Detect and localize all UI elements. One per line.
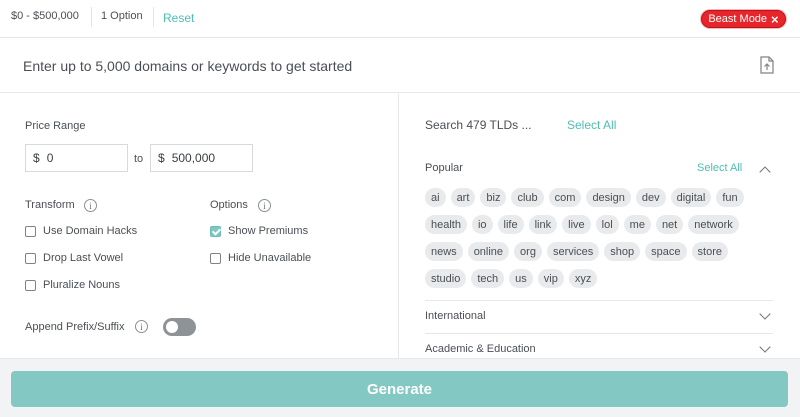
price-max-value: 500,000 — [171, 151, 216, 165]
checkbox-box[interactable] — [25, 225, 36, 237]
divider — [425, 300, 773, 301]
reset-link[interactable]: Reset — [163, 11, 194, 25]
checkbox-drop-last-vowel[interactable]: Drop Last Vowel — [25, 252, 123, 264]
tld-chip[interactable]: club — [511, 188, 544, 207]
tld-chip[interactable]: design — [586, 188, 631, 207]
tld-search-input[interactable]: Search 479 TLDs ... — [425, 118, 532, 132]
tld-chip[interactable]: space — [645, 242, 687, 261]
section-international[interactable]: International — [425, 310, 486, 322]
tld-chip[interactable]: shop — [604, 242, 641, 261]
select-all-popular-link[interactable]: Select All — [697, 162, 742, 174]
tld-chip[interactable]: services — [546, 242, 600, 261]
divider — [153, 7, 154, 27]
checkbox-box[interactable] — [25, 252, 36, 264]
beast-mode-badge[interactable]: Beast Mode × — [701, 10, 786, 28]
tld-chip[interactable]: xyz — [568, 269, 598, 288]
checkbox-pluralize-nouns[interactable]: Pluralize Nouns — [25, 279, 120, 291]
generate-bar: Generate — [0, 358, 800, 417]
file-upload-icon[interactable] — [760, 56, 774, 74]
options-label: Options — [210, 199, 248, 211]
checkbox-hide-unavailable[interactable]: Hide Unavailable — [210, 252, 311, 264]
tld-chip[interactable]: lol — [595, 215, 619, 234]
tld-chip[interactable]: live — [562, 215, 591, 234]
tld-chip-list: ai art biz club com design dev digital fun health… — [425, 188, 770, 288]
checkbox-show-premiums[interactable]: Show Premiums — [210, 225, 308, 237]
price-range-label: Price Range — [25, 120, 86, 132]
tld-chip[interactable]: life — [497, 215, 524, 234]
price-max-input[interactable]: $ 500,000 — [150, 144, 253, 172]
options-panel: Price Range $ 0 to $ 500,000 Transform i… — [0, 94, 399, 358]
tld-chip[interactable]: fun — [716, 188, 744, 207]
options-filter-chip[interactable]: 1 Option — [101, 10, 143, 22]
tld-chip[interactable]: news — [425, 242, 463, 261]
checkbox-label: Hide Unavailable — [228, 252, 312, 264]
checkbox-use-domain-hacks[interactable]: Use Domain Hacks — [25, 225, 137, 237]
checkbox-label: Use Domain Hacks — [43, 225, 138, 237]
chevron-up-icon[interactable] — [759, 166, 771, 178]
tld-chip[interactable]: online — [467, 242, 510, 261]
tld-chip[interactable]: link — [528, 215, 558, 234]
tld-chip[interactable]: com — [548, 188, 582, 207]
tld-chip[interactable]: network — [688, 215, 739, 234]
checkbox-box[interactable] — [25, 279, 36, 291]
tld-chip[interactable]: io — [471, 215, 493, 234]
tld-chip[interactable]: biz — [480, 188, 507, 207]
close-icon[interactable]: × — [771, 13, 779, 26]
price-min-input[interactable]: $ 0 — [25, 144, 128, 172]
currency-symbol: $ — [158, 151, 165, 165]
append-prefix-suffix-toggle[interactable] — [163, 318, 196, 336]
tld-chip[interactable]: studio — [425, 269, 467, 288]
tld-chip[interactable]: org — [514, 242, 542, 261]
tld-chip[interactable]: digital — [670, 188, 712, 207]
price-filter-chip[interactable]: $0 - $500,000 — [11, 10, 79, 22]
price-min-value: 0 — [46, 151, 54, 165]
domain-keyword-input[interactable] — [23, 53, 723, 79]
append-prefix-suffix-label: Append Prefix/Suffix — [25, 321, 125, 333]
tld-chip[interactable]: me — [623, 215, 651, 234]
chevron-down-icon[interactable] — [759, 341, 771, 353]
checkbox-box-checked[interactable] — [210, 225, 221, 237]
search-row — [0, 39, 800, 93]
tld-chip[interactable]: store — [691, 242, 728, 261]
checkbox-label: Show Premiums — [228, 225, 309, 237]
select-all-tlds-link[interactable]: Select All — [567, 118, 616, 132]
info-icon[interactable]: i — [84, 199, 97, 212]
divider — [91, 7, 92, 27]
toggle-knob — [166, 321, 178, 333]
section-academic-education[interactable]: Academic & Education — [425, 343, 536, 355]
tld-chip[interactable]: tech — [471, 269, 505, 288]
info-icon[interactable]: i — [258, 199, 271, 212]
transform-label: Transform — [25, 199, 75, 211]
currency-symbol: $ — [33, 151, 40, 165]
tld-chip[interactable]: health — [425, 215, 467, 234]
checkbox-label: Drop Last Vowel — [43, 252, 124, 264]
generate-button[interactable]: Generate — [11, 371, 788, 407]
price-to-label: to — [134, 153, 144, 165]
popular-section-label: Popular — [425, 162, 463, 174]
tld-chip[interactable]: us — [509, 269, 533, 288]
tld-chip[interactable]: art — [450, 188, 476, 207]
info-icon[interactable]: i — [135, 320, 148, 333]
tld-chip[interactable]: ai — [425, 188, 446, 207]
tld-chip[interactable]: net — [655, 215, 684, 234]
filter-bar: $0 - $500,000 1 Option Reset Beast Mode … — [0, 0, 800, 38]
tld-chip[interactable]: dev — [635, 188, 666, 207]
divider — [425, 333, 773, 334]
checkbox-label: Pluralize Nouns — [43, 279, 121, 291]
tld-chip[interactable]: vip — [537, 269, 564, 288]
checkbox-box[interactable] — [210, 252, 221, 264]
chevron-down-icon[interactable] — [759, 308, 771, 320]
tld-panel: Search 479 TLDs ... Select All Popular S… — [400, 94, 800, 358]
beast-mode-label: Beast Mode — [708, 13, 768, 25]
